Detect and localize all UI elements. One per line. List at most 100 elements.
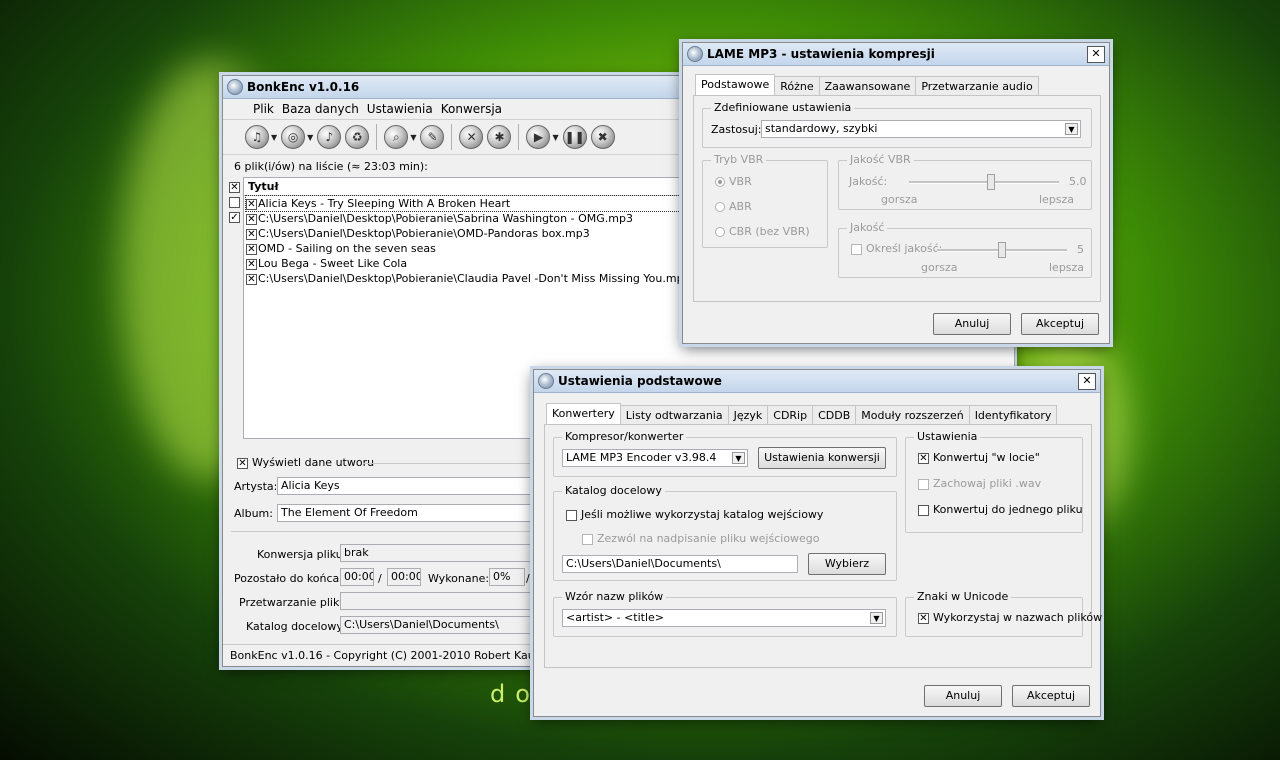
remaining-label: Pozostało do końca: xyxy=(234,572,343,585)
dropdown-arrow-icon[interactable]: ▼ xyxy=(271,133,277,142)
chevron-down-icon[interactable]: ▼ xyxy=(1065,123,1078,135)
better-label: lepsza xyxy=(1039,193,1075,206)
menu-ustawienia[interactable]: Ustawienia xyxy=(363,102,437,116)
lame-cancel-button[interactable]: Anuluj xyxy=(933,313,1011,335)
close-icon[interactable]: ✕ xyxy=(1087,45,1105,63)
music-note-icon[interactable]: ♪ xyxy=(317,125,342,149)
preset-group: Zdefiniowane ustawienia Zastosuj: standa… xyxy=(702,101,1092,148)
quality-check[interactable]: Określ jakość: xyxy=(851,242,942,255)
toolbar-separator xyxy=(518,124,520,150)
encoder-value: LAME MP3 Encoder v3.98.4 xyxy=(566,451,717,464)
file-checkbox[interactable]: ✕ xyxy=(246,258,257,270)
stop-icon[interactable]: ✖ xyxy=(590,125,615,149)
menu-konwersja[interactable]: Konwersja xyxy=(437,102,506,116)
dropdown-arrow-icon[interactable]: ▼ xyxy=(552,133,558,142)
keep-wav-option[interactable]: Zachowaj pliki .wav xyxy=(918,477,1041,490)
file-name: C:\Users\Daniel\Desktop\Pobieranie\OMD-P… xyxy=(258,227,590,240)
settings-group: Ustawienia ✕ Konwertuj "w locie" Zachowaj… xyxy=(905,430,1083,533)
add-file-icon[interactable]: ♫ xyxy=(245,125,269,149)
use-input-dir-checkbox[interactable] xyxy=(566,509,577,521)
file-checkbox[interactable]: ✕ xyxy=(246,243,257,255)
total-time-field: 00:00 xyxy=(387,568,421,586)
on-the-fly-checkbox[interactable]: ✕ xyxy=(918,452,929,464)
chevron-down-icon[interactable]: ▼ xyxy=(870,612,883,624)
file-checkbox[interactable]: ✕ xyxy=(246,213,257,225)
tab-podstawowe[interactable]: Podstawowe xyxy=(695,74,776,96)
radio-cbr[interactable]: CBR (bez VBR) xyxy=(715,225,810,238)
menu-plik[interactable]: Plik xyxy=(249,102,278,116)
remove-file-icon[interactable]: ♻ xyxy=(345,125,370,149)
encoder-dropdown[interactable]: LAME MP3 Encoder v3.98.4 ▼ xyxy=(562,449,748,467)
column-title[interactable]: Tytuł xyxy=(248,180,279,193)
apply-label: Zastosuj: xyxy=(711,123,762,136)
dropdown-arrow-icon[interactable]: ▼ xyxy=(307,133,313,142)
keep-wav-checkbox[interactable] xyxy=(918,478,929,490)
vbr-quality-text: Jakość: xyxy=(849,175,888,188)
pause-icon[interactable]: ❚❚ xyxy=(562,125,587,149)
settings-accept-button[interactable]: Akceptuj xyxy=(1012,685,1090,707)
conversion-field: brak xyxy=(340,544,540,562)
remaining-field: 00:00 xyxy=(340,568,374,586)
tools-icon[interactable]: ✕ xyxy=(459,125,484,149)
file-checkbox[interactable]: ✕ xyxy=(246,228,257,240)
on-the-fly-label: Konwertuj "w locie" xyxy=(933,451,1040,464)
vbr-quality-thumb[interactable] xyxy=(987,174,995,190)
gear-icon[interactable]: ✱ xyxy=(487,125,512,149)
cddb-icon[interactable]: ✎ xyxy=(420,125,445,149)
file-name: Lou Bega - Sweet Like Cola xyxy=(258,257,408,270)
radio-vbr[interactable]: VBR xyxy=(715,175,752,188)
select-none-checkbox[interactable] xyxy=(229,195,244,208)
single-file-checkbox[interactable] xyxy=(918,504,929,516)
dest-group-label: Katalog docelowy xyxy=(562,484,665,497)
allow-overwrite-checkbox[interactable] xyxy=(582,533,593,545)
unicode-label: Wykorzystaj w nazwach plików xyxy=(933,611,1103,624)
select-all-checkbox[interactable]: ✕ xyxy=(229,180,244,193)
toggle-selection-checkbox[interactable]: ✓ xyxy=(229,210,244,223)
lame-accept-button[interactable]: Akceptuj xyxy=(1021,313,1099,335)
quality-thumb[interactable] xyxy=(998,242,1006,258)
file-checkbox[interactable]: ✕ xyxy=(246,198,257,210)
encoder-settings-button[interactable]: Ustawienia konwersji xyxy=(758,447,886,469)
lame-title: LAME MP3 - ustawienia kompresji xyxy=(707,47,935,61)
vbr-quality-slider[interactable] xyxy=(909,174,1059,190)
allow-overwrite-option[interactable]: Zezwól na nadpisanie pliku wejściowego xyxy=(582,532,820,545)
browse-button[interactable]: Wybierz xyxy=(808,553,886,575)
lame-dialog: LAME MP3 - ustawienia kompresji ✕ Podsta… xyxy=(682,42,1110,344)
lame-titlebar[interactable]: LAME MP3 - ustawienia kompresji ✕ xyxy=(683,43,1109,66)
preset-group-label: Zdefiniowane ustawienia xyxy=(711,101,855,114)
show-track-info[interactable]: ✕ Wyświetl dane utworu xyxy=(237,456,374,469)
unicode-checkbox[interactable]: ✕ xyxy=(918,612,929,624)
tab-konwertery[interactable]: Konwertery xyxy=(546,403,621,425)
pattern-value: <artist> - <title> xyxy=(566,611,665,624)
pattern-dropdown[interactable]: <artist> - <title> ▼ xyxy=(562,609,886,627)
artist-field[interactable]: Alicia Keys xyxy=(277,477,537,495)
quality-slider[interactable] xyxy=(937,242,1067,258)
use-input-dir-label: Jeśli możliwe wykorzystaj katalog wejści… xyxy=(581,508,824,521)
app-icon xyxy=(687,46,703,62)
dest-dir-field[interactable]: C:\Users\Daniel\Documents\ xyxy=(562,555,798,573)
chevron-down-icon[interactable]: ▼ xyxy=(732,452,745,464)
worse-label: gorsza xyxy=(921,261,958,274)
radio-abr[interactable]: ABR xyxy=(715,200,752,213)
settings-titlebar[interactable]: Ustawienia podstawowe ✕ xyxy=(534,370,1100,393)
file-checkbox[interactable]: ✕ xyxy=(246,273,257,285)
close-icon[interactable]: ✕ xyxy=(1078,372,1096,390)
dest-field: C:\Users\Daniel\Documents\ xyxy=(340,616,540,634)
divider xyxy=(363,463,553,464)
encoder-group: Kompresor/konwerter LAME MP3 Encoder v3.… xyxy=(553,430,897,477)
settings-cancel-button[interactable]: Anuluj xyxy=(924,685,1002,707)
dropdown-arrow-icon[interactable]: ▼ xyxy=(410,133,416,142)
use-input-dir-option[interactable]: Jeśli możliwe wykorzystaj katalog wejści… xyxy=(566,508,823,521)
album-field[interactable]: The Element Of Freedom xyxy=(277,504,537,522)
menu-baza-danych[interactable]: Baza danych xyxy=(278,102,363,116)
preset-dropdown[interactable]: standardowy, szybki ▼ xyxy=(761,120,1081,138)
add-cd-icon[interactable]: ◎ xyxy=(281,125,306,149)
toolbar-separator xyxy=(376,124,378,150)
on-the-fly-option[interactable]: ✕ Konwertuj "w locie" xyxy=(918,451,1040,464)
play-icon[interactable]: ▶ xyxy=(526,125,551,149)
single-file-option[interactable]: Konwertuj do jednego pliku xyxy=(918,503,1083,516)
pattern-group-label: Wzór nazw plików xyxy=(562,590,667,603)
unicode-option[interactable]: ✕ Wykorzystaj w nazwach plików xyxy=(918,611,1102,624)
search-icon[interactable]: ⌕ xyxy=(384,125,409,149)
show-track-info-checkbox[interactable]: ✕ xyxy=(237,457,248,469)
